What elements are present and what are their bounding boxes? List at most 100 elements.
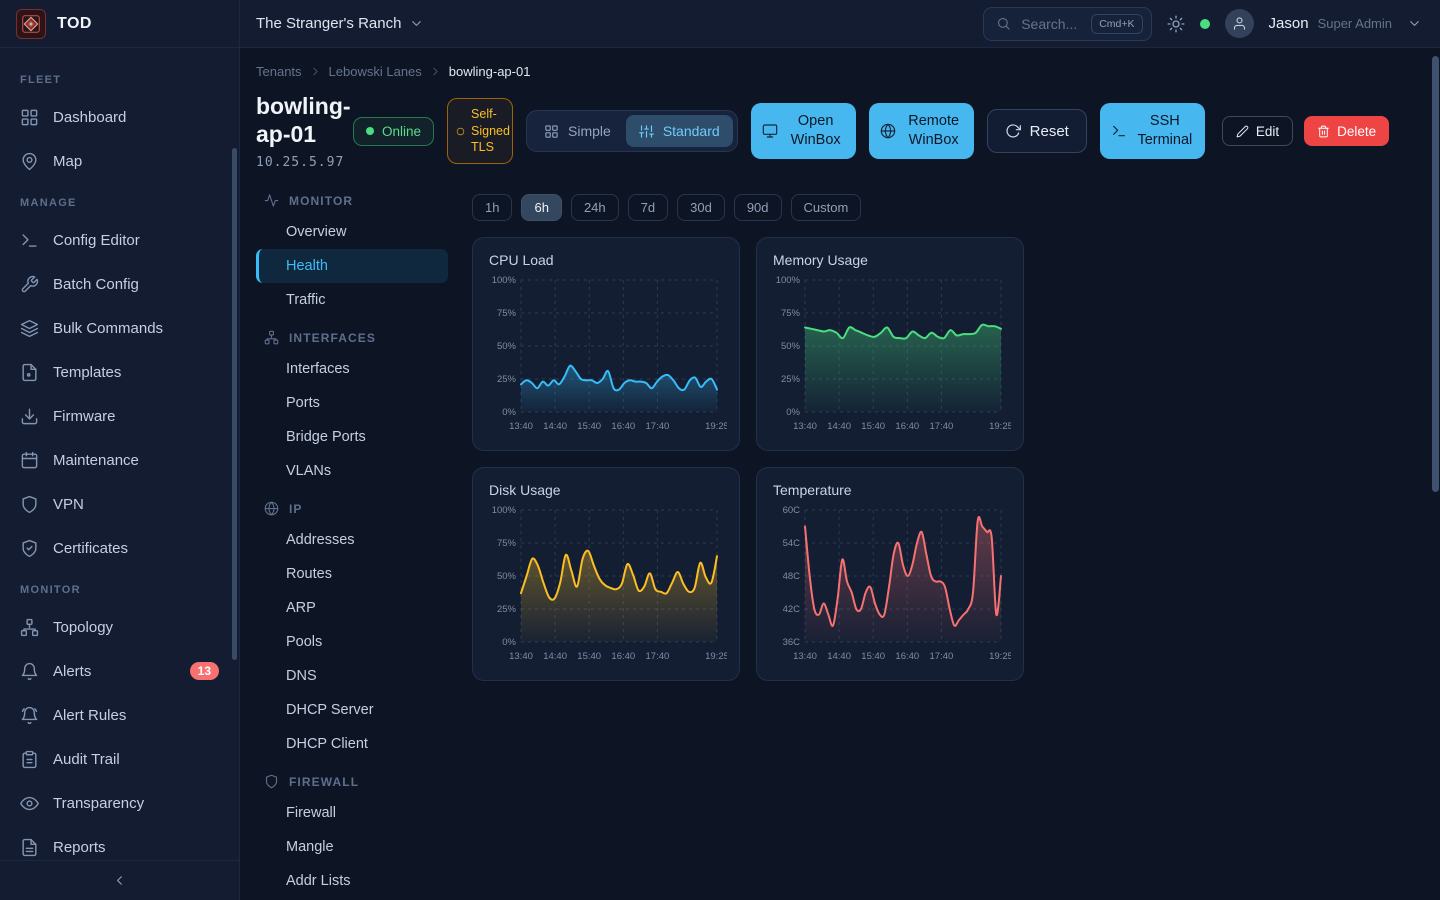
user-icon <box>1232 16 1247 31</box>
svg-text:15:40: 15:40 <box>861 651 885 662</box>
view-mode-simple[interactable]: Simple <box>531 115 624 147</box>
chevron-down-icon <box>409 16 424 31</box>
subnav-item-overview[interactable]: Overview <box>256 215 448 249</box>
sidebar-item-templates[interactable]: Templates <box>0 350 239 394</box>
edit-button[interactable]: Edit <box>1222 116 1293 146</box>
tenant-name: The Stranger's Ranch <box>256 15 401 32</box>
theme-toggle-sun-icon[interactable] <box>1167 15 1185 33</box>
sidebar-scrollbar-thumb[interactable] <box>232 148 237 660</box>
sidebar-item-label: Map <box>53 153 82 170</box>
sidebar-item-config-editor[interactable]: Config Editor <box>0 218 239 262</box>
subnav-item-bridge-ports[interactable]: Bridge Ports <box>256 420 448 454</box>
dashboard-icon <box>20 108 39 127</box>
sidebar-item-alerts[interactable]: Alerts13 <box>0 649 239 693</box>
tenant-selector[interactable]: The Stranger's Ranch <box>256 15 424 32</box>
sidebar-item-map[interactable]: Map <box>0 139 239 183</box>
open-winbox-button[interactable]: Open WinBox <box>751 103 856 159</box>
time-range-6h[interactable]: 6h <box>521 194 561 221</box>
user-avatar[interactable] <box>1225 9 1254 38</box>
sidebar: FLEETDashboardMapMANAGEConfig EditorBatc… <box>0 48 240 900</box>
download-icon <box>20 407 39 426</box>
subnav-item-firewall[interactable]: Firewall <box>256 796 448 830</box>
time-range-1h[interactable]: 1h <box>472 194 512 221</box>
subnav-item-dhcp-client[interactable]: DHCP Client <box>256 727 448 761</box>
sidebar-item-topology[interactable]: Topology <box>0 605 239 649</box>
online-dot-icon <box>366 127 374 135</box>
breadcrumb-item-bowling-ap-01[interactable]: bowling-ap-01 <box>449 64 531 79</box>
wrench-icon <box>20 275 39 294</box>
sidebar-item-label: VPN <box>53 496 84 513</box>
sidebar-item-maintenance[interactable]: Maintenance <box>0 438 239 482</box>
subnav-item-addr-lists[interactable]: Addr Lists <box>256 864 448 898</box>
search-box[interactable]: Cmd+K <box>983 7 1151 41</box>
sidebar-item-alert-rules[interactable]: Alert Rules <box>0 693 239 737</box>
reset-button[interactable]: Reset <box>987 109 1087 153</box>
sliders-icon <box>639 124 654 139</box>
chevron-left-icon <box>112 873 127 888</box>
chart-title: Temperature <box>773 482 1009 498</box>
time-range-90d[interactable]: 90d <box>734 194 782 221</box>
subnav-item-health[interactable]: Health <box>256 249 448 283</box>
subnav-item-mangle[interactable]: Mangle <box>256 830 448 864</box>
subnav-item-routes[interactable]: Routes <box>256 557 448 591</box>
chart-plot: 0%25%50%75%100%13:4014:4015:4016:4017:40… <box>487 502 727 666</box>
subnav-item-dns[interactable]: DNS <box>256 659 448 693</box>
user-menu-chevron-icon[interactable] <box>1407 16 1422 31</box>
subnav-item-dhcp-server[interactable]: DHCP Server <box>256 693 448 727</box>
topology-icon <box>20 618 39 637</box>
sidebar-item-transparency[interactable]: Transparency <box>0 781 239 825</box>
ssh-terminal-button[interactable]: SSH Terminal <box>1100 103 1205 159</box>
sidebar-nav: FLEETDashboardMapMANAGEConfig EditorBatc… <box>0 48 239 860</box>
content-row: MONITOROverviewHealthTrafficINTERFACESIn… <box>256 180 1440 900</box>
user-name: Jason <box>1269 15 1309 32</box>
subnav-item-ports[interactable]: Ports <box>256 386 448 420</box>
charts-column: 1h6h24h7d30d90dCustom CPU Load0%25%50%75… <box>472 180 1024 900</box>
subnav-item-vlans[interactable]: VLANs <box>256 454 448 488</box>
chart-title: Disk Usage <box>489 482 725 498</box>
sidebar-item-audit-trail[interactable]: Audit Trail <box>0 737 239 781</box>
user-role: Super Admin <box>1318 16 1392 31</box>
sidebar-collapse-button[interactable] <box>0 860 239 900</box>
svg-text:75%: 75% <box>497 538 517 549</box>
svg-text:0%: 0% <box>502 637 516 648</box>
subnav-item-addresses[interactable]: Addresses <box>256 523 448 557</box>
page-scrollbar-thumb[interactable] <box>1432 56 1439 492</box>
breadcrumb-item-lebowski-lanes[interactable]: Lebowski Lanes <box>329 64 422 79</box>
svg-text:100%: 100% <box>492 275 517 286</box>
grid-icon <box>544 124 559 139</box>
sidebar-item-bulk-commands[interactable]: Bulk Commands <box>0 306 239 350</box>
sidebar-item-batch-config[interactable]: Batch Config <box>0 262 239 306</box>
sidebar-item-certificates[interactable]: Certificates <box>0 526 239 570</box>
subnav-item-interfaces[interactable]: Interfaces <box>256 352 448 386</box>
sidebar-item-dashboard[interactable]: Dashboard <box>0 95 239 139</box>
view-mode-standard[interactable]: Standard <box>626 115 733 147</box>
delete-button[interactable]: Delete <box>1304 116 1389 146</box>
sidebar-item-reports[interactable]: Reports <box>0 825 239 860</box>
time-range-custom[interactable]: Custom <box>791 194 862 221</box>
section-label: MONITOR <box>0 570 239 605</box>
subnav-group-firewall: FIREWALL <box>256 761 448 796</box>
subnav-item-traffic[interactable]: Traffic <box>256 283 448 317</box>
page-title: bowling-ap-01 <box>256 92 340 148</box>
globe-icon <box>880 123 896 139</box>
time-range-24h[interactable]: 24h <box>571 194 619 221</box>
sidebar-item-vpn[interactable]: VPN <box>0 482 239 526</box>
search-input[interactable] <box>1019 15 1083 33</box>
online-label: Online <box>382 124 421 139</box>
time-range-30d[interactable]: 30d <box>677 194 725 221</box>
monitor-icon <box>762 123 778 139</box>
subnav-item-pools[interactable]: Pools <box>256 625 448 659</box>
file-text-icon <box>20 838 39 857</box>
sidebar-item-label: Templates <box>53 364 121 381</box>
shield-check-icon <box>20 539 39 558</box>
remote-winbox-button[interactable]: Remote WinBox <box>869 103 974 159</box>
sidebar-item-firmware[interactable]: Firmware <box>0 394 239 438</box>
time-range-7d[interactable]: 7d <box>628 194 668 221</box>
svg-text:42C: 42C <box>783 604 801 615</box>
section-label: MANAGE <box>0 183 239 218</box>
breadcrumb-item-tenants[interactable]: Tenants <box>256 64 302 79</box>
subnav-item-arp[interactable]: ARP <box>256 591 448 625</box>
chart-card-temperature: Temperature36C42C48C54C60C13:4014:4015:4… <box>756 467 1024 681</box>
subnav-group-label: FIREWALL <box>289 775 359 789</box>
svg-text:15:40: 15:40 <box>861 421 885 432</box>
